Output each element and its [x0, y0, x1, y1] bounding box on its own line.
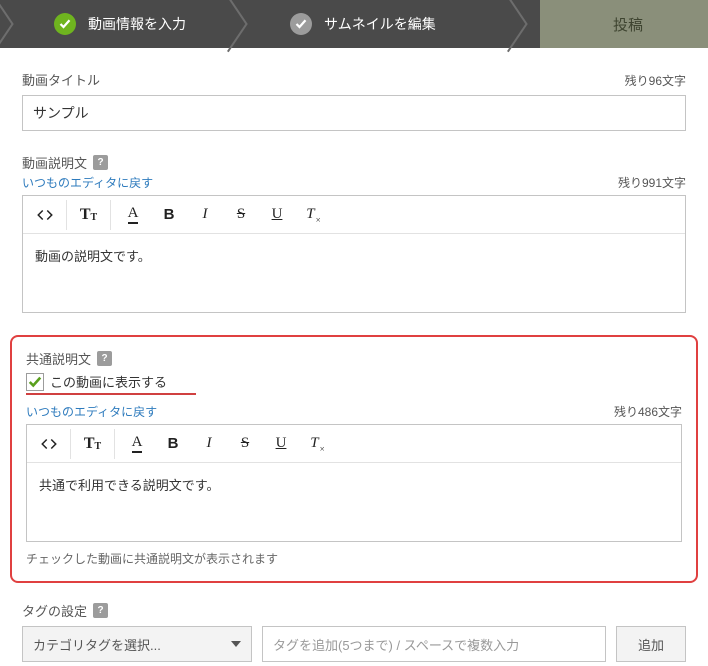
italic-icon[interactable]: I	[187, 200, 223, 230]
text-size-icon[interactable]: TT	[71, 200, 111, 230]
step-thumbnail[interactable]: サムネイルを編集	[260, 0, 540, 48]
checkbox-label: この動画に表示する	[50, 372, 167, 391]
step-label: 投稿	[613, 14, 643, 35]
toolbar: TT A B I S U T×	[27, 425, 681, 463]
description-textarea[interactable]: 動画の説明文です。	[23, 234, 685, 312]
description-label: 動画説明文 ?	[22, 153, 108, 172]
clear-format-icon[interactable]: T×	[295, 200, 331, 230]
toolbar: TT A B I S U T×	[23, 196, 685, 234]
checkbox[interactable]	[26, 373, 44, 391]
strike-icon[interactable]: S	[227, 429, 263, 459]
switch-editor-link[interactable]: いつものエディタに戻す	[22, 174, 153, 191]
step-publish[interactable]: 投稿	[540, 0, 708, 48]
bold-icon[interactable]: B	[155, 429, 191, 459]
check-icon	[290, 13, 312, 35]
tags-row: カテゴリタグを選択... タグを追加(5つまで) / スペースで複数入力 追加	[22, 626, 686, 662]
step-label: 動画情報を入力	[88, 14, 186, 34]
title-remaining: 残り96文字	[625, 72, 686, 89]
code-icon[interactable]	[31, 429, 71, 459]
tag-input[interactable]: タグを追加(5つまで) / スペースで複数入力	[262, 626, 606, 662]
description-remaining: 残り991文字	[618, 174, 686, 191]
common-desc-label: 共通説明文 ?	[26, 349, 682, 368]
common-desc-editor: TT A B I S U T× 共通で利用できる説明文です。	[26, 424, 682, 542]
common-desc-hint: チェックした動画に共通説明文が表示されます	[26, 550, 682, 567]
font-icon[interactable]: A	[119, 429, 155, 459]
category-tag-select[interactable]: カテゴリタグを選択...	[22, 626, 252, 662]
help-icon[interactable]: ?	[93, 603, 108, 618]
strike-icon[interactable]: S	[223, 200, 259, 230]
underline-icon[interactable]: U	[259, 200, 295, 230]
show-on-video-checkbox-row[interactable]: この動画に表示する	[26, 372, 196, 395]
common-desc-remaining: 残り486文字	[614, 403, 682, 420]
switch-editor-link[interactable]: いつものエディタに戻す	[26, 403, 157, 420]
underline-icon[interactable]: U	[263, 429, 299, 459]
help-icon[interactable]: ?	[97, 351, 112, 366]
clear-format-icon[interactable]: T×	[299, 429, 335, 459]
step-bar: 動画情報を入力 サムネイルを編集 投稿	[0, 0, 708, 48]
code-icon[interactable]	[27, 200, 67, 230]
bold-icon[interactable]: B	[151, 200, 187, 230]
chevron-down-icon	[231, 641, 241, 647]
description-field: 動画説明文 ? いつものエディタに戻す 残り991文字 TT A B I S U	[22, 153, 686, 313]
title-label: 動画タイトル	[22, 70, 100, 89]
title-input[interactable]	[22, 95, 686, 131]
title-field: 動画タイトル 残り96文字	[22, 70, 686, 131]
description-editor: TT A B I S U T× 動画の説明文です。	[22, 195, 686, 313]
add-tag-button[interactable]: 追加	[616, 626, 686, 662]
font-icon[interactable]: A	[115, 200, 151, 230]
step-label: サムネイルを編集	[324, 14, 436, 34]
italic-icon[interactable]: I	[191, 429, 227, 459]
common-desc-textarea[interactable]: 共通で利用できる説明文です。	[27, 463, 681, 541]
check-icon	[54, 13, 76, 35]
step-video-info[interactable]: 動画情報を入力	[0, 0, 260, 48]
tags-label: タグの設定 ?	[22, 601, 686, 620]
help-icon[interactable]: ?	[93, 155, 108, 170]
common-description-section: 共通説明文 ? この動画に表示する いつものエディタに戻す 残り486文字 TT…	[10, 335, 698, 583]
text-size-icon[interactable]: TT	[75, 429, 115, 459]
